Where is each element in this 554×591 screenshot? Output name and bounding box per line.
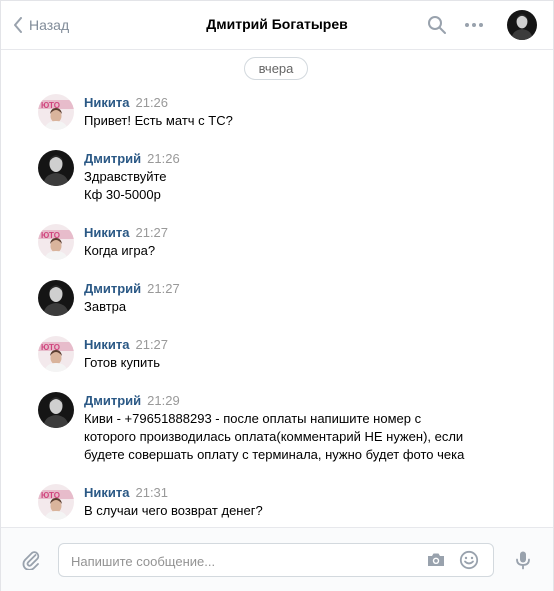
message-header: Никита 21:26 [84,95,168,111]
more-icon [465,23,483,27]
avatar[interactable]: ЮТО [38,224,74,260]
message-author[interactable]: Никита [84,225,129,240]
message-input[interactable] [69,544,413,578]
microphone-icon [516,551,530,570]
message-author[interactable]: Никита [84,337,129,352]
message-time[interactable]: 21:26 [135,95,168,110]
chat-header: Назад Дмитрий Богатырев [1,1,553,50]
message-time[interactable]: 21:27 [135,337,168,352]
message-line: Привет! Есть матч с ТС? [84,113,233,128]
message-time[interactable]: 21:29 [147,393,180,408]
search-button[interactable] [427,15,447,35]
message-line: Кф 30-5000р [84,187,161,202]
message-text: Привет! Есть матч с ТС? [84,112,484,130]
message-text: Завтра [84,298,484,316]
message-header: Дмитрий 21:26 [84,151,180,167]
message-time[interactable]: 21:27 [147,281,180,296]
message-line: будете совершать оплату с терминала, нуж… [84,447,465,462]
avatar[interactable]: ЮТО [38,336,74,372]
search-icon [428,16,446,34]
paperclip-icon [22,551,40,571]
camera-icon [428,553,444,566]
message-line: Готов купить [84,355,161,370]
contact-avatar[interactable] [507,10,537,40]
message-header: Дмитрий 21:29 [84,393,180,409]
more-button[interactable] [464,15,484,35]
message-line: Когда игра? [84,243,156,258]
emoji-button[interactable] [459,550,479,570]
message-author[interactable]: Никита [84,95,129,110]
message-text: Здравствуйте Кф 30-5000р [84,168,484,204]
avatar[interactable] [38,280,74,316]
smile-icon [459,550,479,570]
chat-window: Назад Дмитрий Богатырев вчера ЮТО Никита… [0,0,554,591]
message-line: Здравствуйте [84,169,167,184]
message-line: В случаи чего возврат денег? [84,503,263,518]
message-time[interactable]: 21:31 [135,485,168,500]
message-header: Никита 21:31 [84,485,168,501]
message-time[interactable]: 21:27 [135,225,168,240]
message-line: Завтра [84,299,127,314]
avatar[interactable] [38,150,74,186]
message-header: Никита 21:27 [84,337,168,353]
avatar[interactable] [38,392,74,428]
message-time[interactable]: 21:26 [147,151,180,166]
message-line: Киви - +79651888293 - после оплаты напиш… [84,411,422,426]
message-author[interactable]: Никита [84,485,129,500]
message-text: В случаи чего возврат денег? [84,502,484,520]
message-author[interactable]: Дмитрий [84,151,141,166]
message-author[interactable]: Дмитрий [84,393,141,408]
message-line: которого производилась оплата(комментари… [84,429,464,444]
avatar[interactable]: ЮТО [38,484,74,520]
message-text: Готов купить [84,354,484,372]
message-header: Дмитрий 21:27 [84,281,180,297]
message-composer [1,527,553,591]
camera-button[interactable] [426,550,446,570]
message-author[interactable]: Дмитрий [84,281,141,296]
date-separator[interactable]: вчера [244,57,308,80]
attach-button[interactable] [21,550,41,571]
voice-message-button[interactable] [513,550,533,570]
message-text: Киви - +79651888293 - после оплаты напиш… [84,410,484,464]
avatar[interactable]: ЮТО [38,94,74,130]
message-header: Никита 21:27 [84,225,168,241]
message-text: Когда игра? [84,242,484,260]
